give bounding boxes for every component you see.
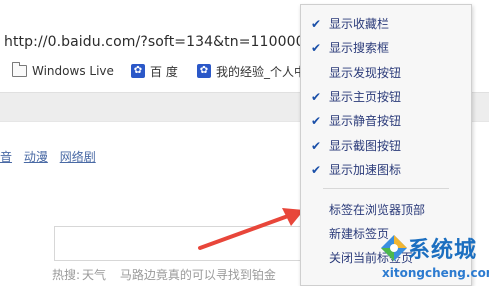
check-icon: ✔ [310,139,322,153]
watermark-url: xitongcheng.com [382,266,489,280]
menu-item-label: 显示发现按钮 [329,66,402,80]
menu-item-label: 显示搜索框 [329,41,390,55]
menu-item-label: 标签在浏览器顶部 [329,203,426,217]
menu-separator [323,188,449,189]
hot-search-line: 热搜: 天气 马路边竟真的可以寻找到铂金 [52,266,286,283]
check-icon: ✔ [310,90,322,104]
watermark-logo-icon [381,235,407,261]
category-link-webseries[interactable]: 网络剧 [60,150,96,164]
check-icon: ✔ [310,114,322,128]
hot-search-prefix: 热搜: [52,268,81,282]
hot-search-item[interactable]: 马路边竟真的可以寻找到铂金 [120,268,276,282]
bookmark-my-experience[interactable]: ✿ 我的经验_个人中 [197,62,306,80]
menu-item-show-discover-button[interactable]: 显示发现按钮 [301,62,471,84]
menu-item-tabs-on-top[interactable]: 标签在浏览器顶部 [301,199,471,221]
menu-item-label: 显示主页按钮 [329,90,402,104]
bookmark-label: 我的经验_个人中 [216,64,307,79]
menu-item-label: 显示截图按钮 [329,139,402,153]
category-link-anime[interactable]: 动漫 [24,150,48,164]
check-icon: ✔ [310,17,322,31]
folder-icon [12,62,27,77]
menu-item-show-mute-button[interactable]: ✔ 显示静音按钮 [301,110,471,132]
pointer-arrow-icon [198,208,304,250]
category-links: 音 动漫 网络剧 [0,148,104,165]
bookmark-windows-live[interactable]: Windows Live [12,62,114,80]
menu-item-label: 显示静音按钮 [329,114,402,128]
menu-item-show-screenshot-button[interactable]: ✔ 显示截图按钮 [301,135,471,157]
bookmark-label: Windows Live [32,64,114,78]
hot-search-item[interactable]: 天气 [82,268,106,282]
watermark: 系统城 xitongcheng.com [380,232,489,284]
bookmark-baidu[interactable]: ✿ 百 度 [131,62,178,80]
menu-item-show-search-box[interactable]: ✔ 显示搜索框 [301,37,471,59]
paw-icon: ✿ [197,64,211,78]
menu-item-show-favorites-bar[interactable]: ✔ 显示收藏栏 [301,13,471,35]
menu-item-label: 显示收藏栏 [329,17,390,31]
menu-item-show-accelerate-icon[interactable]: ✔ 显示加速图标 [301,159,471,181]
url-field[interactable]: http://0.baidu.com/?soft=134&tn=11000003 [4,34,323,50]
category-link-music[interactable]: 音 [0,150,12,164]
watermark-title: 系统城 [408,238,478,263]
paw-icon: ✿ [131,64,145,78]
check-icon: ✔ [310,163,322,177]
menu-item-show-home-button[interactable]: ✔ 显示主页按钮 [301,86,471,108]
menu-item-label: 显示加速图标 [329,163,402,177]
check-icon: ✔ [310,41,322,55]
bookmark-label: 百 度 [150,64,178,79]
